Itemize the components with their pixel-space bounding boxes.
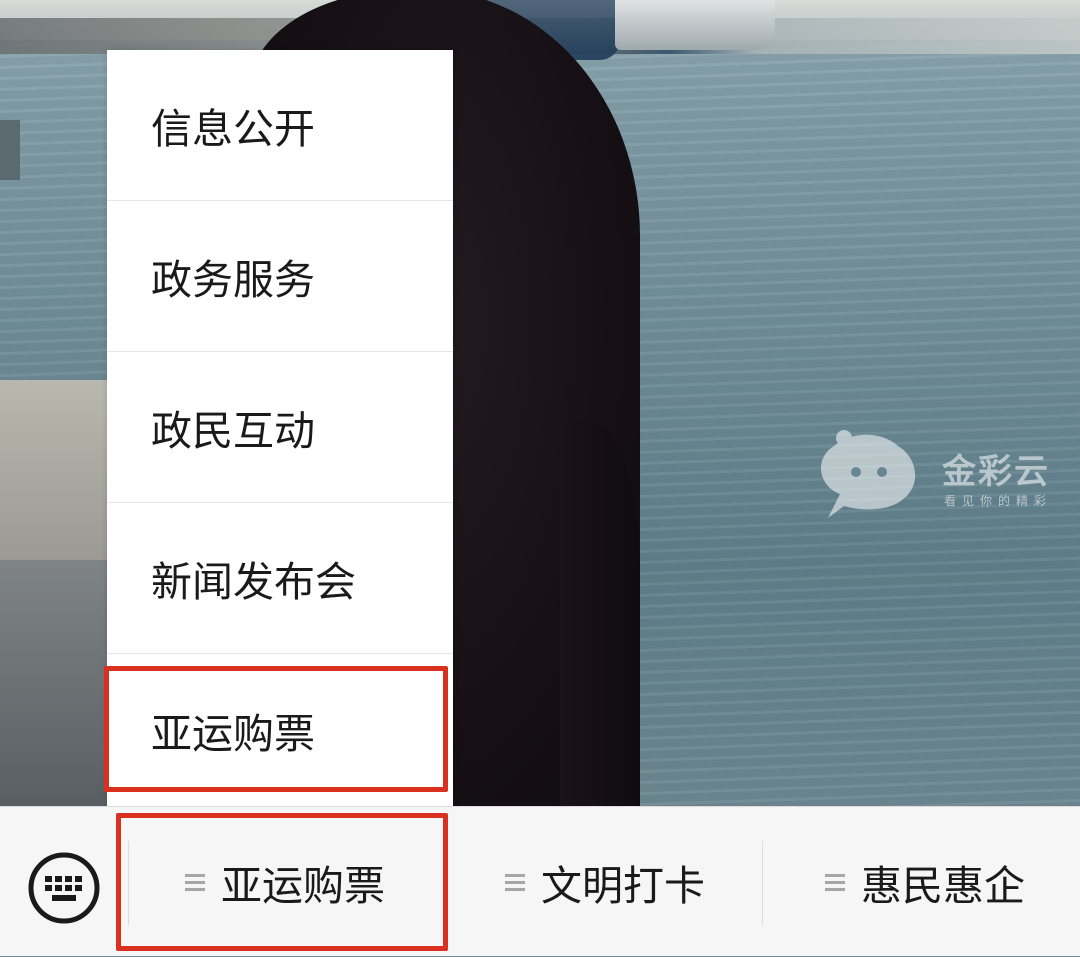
person-coat-edge: [560, 420, 640, 806]
menu-lines-icon: [825, 870, 845, 895]
tab-benefits[interactable]: 惠民惠企: [770, 807, 1080, 957]
watermark: 金彩云 看见你的精彩: [810, 428, 1060, 524]
submenu-item-info-disclosure[interactable]: 信息公开: [107, 50, 453, 201]
watermark-slogan: 看见你的精彩: [944, 494, 1053, 508]
highlight-box-tab: [116, 813, 448, 951]
highlight-box-submenu: [104, 666, 448, 792]
tab-label: 惠民惠企: [861, 862, 1025, 910]
tab-label: 文明打卡: [541, 862, 705, 910]
submenu-item-gov-interaction[interactable]: 政民互动: [107, 352, 453, 503]
divider: [762, 841, 763, 925]
quay: [0, 560, 110, 806]
keyboard-icon[interactable]: [28, 852, 100, 924]
submenu-item-press-conference[interactable]: 新闻发布会: [107, 503, 453, 654]
tab-civilization-checkin[interactable]: 文明打卡: [450, 807, 760, 957]
cloud-logo-icon: [821, 430, 916, 518]
boat: [615, 0, 775, 50]
menu-lines-icon: [505, 870, 525, 895]
post: [0, 120, 20, 180]
submenu-item-gov-services[interactable]: 政务服务: [107, 201, 453, 352]
watermark-name: 金彩云: [942, 452, 1050, 492]
